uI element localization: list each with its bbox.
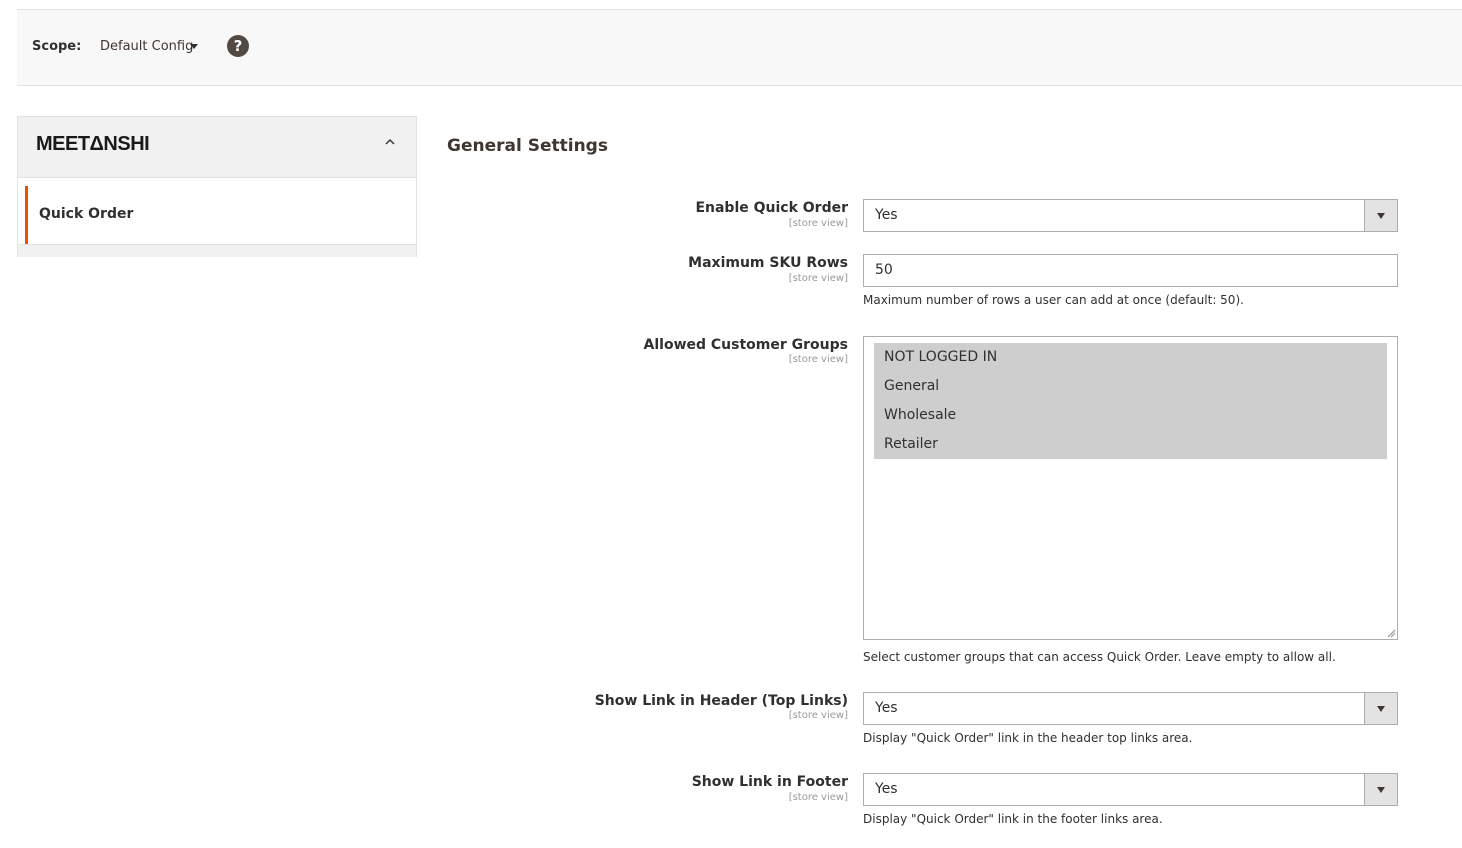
show-footer-link-select[interactable]: Yes: [863, 773, 1398, 806]
max-sku-rows-note: Maximum number of rows a user can add at…: [863, 293, 1244, 307]
max-sku-rows-label: Maximum SKU Rows: [688, 255, 848, 271]
allowed-groups-multiselect[interactable]: NOT LOGGED IN General Wholesale Retailer: [863, 336, 1398, 640]
option-retailer[interactable]: Retailer: [884, 436, 938, 452]
sidebar-item-label: Quick Order: [39, 206, 134, 222]
chevron-up-icon[interactable]: [385, 137, 395, 147]
resize-grip-icon[interactable]: [1387, 629, 1396, 638]
max-sku-rows-scope: [store view]: [788, 273, 848, 284]
enable-quick-order-select[interactable]: Yes: [863, 199, 1398, 232]
selected-options: NOT LOGGED IN General Wholesale Retailer: [874, 343, 1387, 459]
show-footer-link-note: Display "Quick Order" link in the footer…: [863, 812, 1163, 826]
show-header-link-label: Show Link in Header (Top Links): [594, 693, 848, 709]
input-value: 50: [875, 262, 893, 278]
allowed-groups-note: Select customer groups that can access Q…: [863, 650, 1336, 664]
enable-quick-order-scope: [store view]: [788, 218, 848, 229]
section-title: General Settings: [447, 136, 608, 156]
option-not-logged-in[interactable]: NOT LOGGED IN: [884, 349, 997, 365]
sidebar-footer: [18, 244, 416, 257]
config-sidebar: MEETΔNSHI Quick Order: [17, 116, 417, 257]
show-header-link-note: Display "Quick Order" link in the header…: [863, 731, 1193, 745]
option-wholesale[interactable]: Wholesale: [884, 407, 956, 423]
sidebar-section-header[interactable]: MEETΔNSHI: [18, 117, 416, 178]
scope-switcher[interactable]: Default Config: [100, 39, 193, 54]
show-header-link-select[interactable]: Yes: [863, 692, 1398, 725]
allowed-groups-label: Allowed Customer Groups: [643, 337, 848, 353]
caret-down-icon: [1377, 787, 1385, 793]
select-arrow-button[interactable]: [1364, 693, 1397, 724]
scope-label: Scope:: [32, 39, 82, 54]
caret-down-icon[interactable]: [190, 44, 198, 49]
max-sku-rows-input[interactable]: 50: [863, 254, 1398, 287]
caret-down-icon: [1377, 706, 1385, 712]
select-value: Yes: [875, 781, 898, 797]
scope-bar: Scope: Default Config ?: [17, 10, 1462, 86]
select-value: Yes: [875, 700, 898, 716]
select-arrow-button[interactable]: [1364, 774, 1397, 805]
caret-down-icon: [1377, 213, 1385, 219]
allowed-groups-scope: [store view]: [788, 354, 848, 365]
brand-title: MEETΔNSHI: [36, 133, 150, 155]
select-arrow-button[interactable]: [1364, 200, 1397, 231]
show-header-link-scope: [store view]: [788, 710, 848, 721]
select-value: Yes: [875, 207, 898, 223]
enable-quick-order-label: Enable Quick Order: [695, 200, 848, 216]
show-footer-link-label: Show Link in Footer: [691, 774, 848, 790]
option-general[interactable]: General: [884, 378, 939, 394]
question-circle-icon[interactable]: ?: [227, 35, 249, 57]
sidebar-item-quick-order[interactable]: Quick Order: [25, 186, 416, 244]
show-footer-link-scope: [store view]: [788, 792, 848, 803]
